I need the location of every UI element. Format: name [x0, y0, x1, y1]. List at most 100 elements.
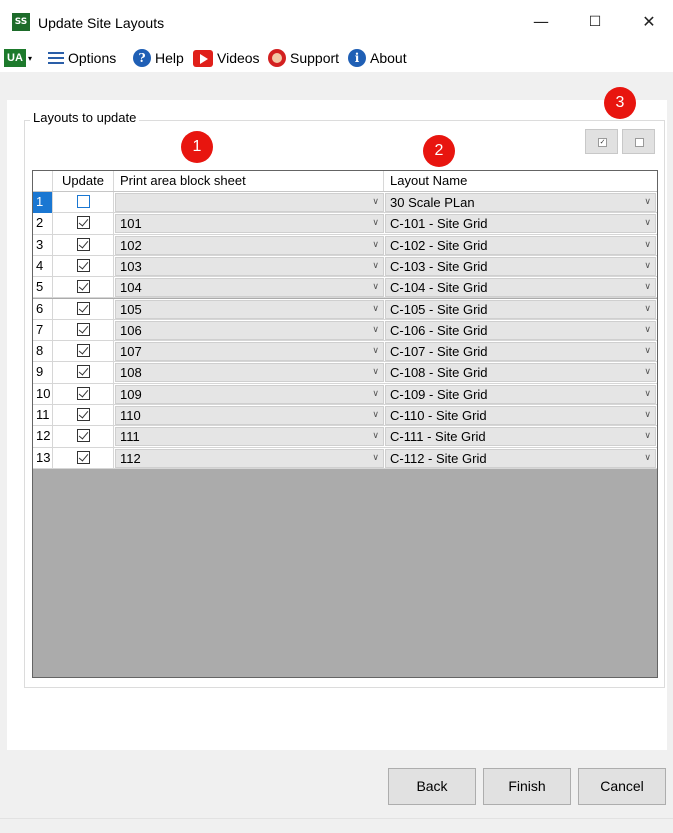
layout-name-dropdown[interactable]: C-109 - Site Grid ∨ [385, 384, 656, 404]
print-area-value: 110 [120, 408, 141, 423]
update-checkbox[interactable] [77, 280, 90, 294]
print-area-dropdown[interactable]: 105 ∨ [115, 299, 384, 319]
layout-name-dropdown[interactable]: C-103 - Site Grid ∨ [385, 256, 656, 276]
table-row[interactable]: 4 103 ∨ C-103 - Site Grid ∨ [33, 255, 657, 278]
table-row[interactable]: 11 110 ∨ C-110 - Site Grid ∨ [33, 405, 657, 427]
row-number[interactable]: 1 [33, 192, 53, 213]
minimize-button[interactable]: — [518, 6, 564, 38]
table-row[interactable]: 5 104 ∨ C-104 - Site Grid ∨ [33, 277, 657, 299]
print-area-dropdown[interactable]: 101 ∨ [115, 214, 384, 234]
row-number[interactable]: 8 [33, 341, 53, 363]
layout-name-dropdown[interactable]: C-111 - Site Grid ∨ [385, 427, 656, 447]
cancel-button[interactable]: Cancel [578, 768, 666, 805]
help-button[interactable]: ? Help [133, 48, 184, 68]
print-area-value: 106 [120, 322, 142, 338]
chevron-down-icon: ∨ [644, 260, 651, 271]
layout-name-dropdown[interactable]: C-104 - Site Grid ∨ [385, 278, 656, 298]
options-button[interactable]: Options [48, 48, 116, 68]
row-number[interactable]: 2 [33, 213, 53, 235]
row-number-header [33, 171, 53, 191]
table-row[interactable]: 7 106 ∨ C-106 - Site Grid ∨ [33, 319, 657, 342]
print-area-dropdown[interactable]: 104 ∨ [115, 278, 384, 298]
back-button[interactable]: Back [388, 768, 476, 805]
table-row[interactable]: 13 112 ∨ C-112 - Site Grid ∨ [33, 447, 657, 469]
row-number[interactable]: 10 [33, 383, 53, 405]
table-row[interactable]: 10 109 ∨ C-109 - Site Grid ∨ [33, 383, 657, 405]
chevron-down-icon: ∨ [644, 388, 651, 399]
table-row[interactable]: 1 ∨ 30 Scale PLan ∨ [33, 192, 657, 214]
update-checkbox[interactable] [77, 408, 90, 421]
annotation-badge-3: 3 [604, 87, 636, 119]
table-row[interactable]: 6 105 ∨ C-105 - Site Grid ∨ [33, 298, 657, 320]
layout-name-dropdown[interactable]: 30 Scale PLan ∨ [385, 193, 656, 212]
check-all-button[interactable]: ✓ [585, 129, 618, 154]
print-area-dropdown[interactable]: 102 ∨ [115, 235, 384, 255]
row-number[interactable]: 3 [33, 234, 53, 256]
layout-name-value: C-104 - Site Grid [390, 280, 488, 296]
row-number[interactable]: 4 [33, 255, 53, 277]
table-row[interactable]: 3 102 ∨ C-102 - Site Grid ∨ [33, 234, 657, 256]
print-area-dropdown[interactable]: 111 ∨ [115, 427, 384, 447]
update-checkbox[interactable] [77, 322, 90, 336]
row-number[interactable]: 5 [33, 277, 53, 299]
videos-button[interactable]: Videos [193, 48, 260, 68]
update-checkbox[interactable] [77, 450, 90, 464]
print-area-dropdown[interactable]: 109 ∨ [115, 384, 384, 404]
update-cell [53, 192, 114, 213]
table-row[interactable]: 8 107 ∨ C-107 - Site Grid ∨ [33, 341, 657, 363]
print-area-dropdown[interactable]: 103 ∨ [115, 256, 384, 276]
update-checkbox[interactable] [77, 258, 90, 272]
update-checkbox[interactable] [77, 365, 90, 379]
table-row[interactable]: 2 101 ∨ C-101 - Site Grid ∨ [33, 213, 657, 235]
layout-name-dropdown[interactable]: C-108 - Site Grid ∨ [385, 363, 656, 383]
row-number[interactable]: 9 [33, 362, 53, 384]
uncheck-all-button[interactable] [622, 129, 655, 154]
about-button[interactable]: i About [348, 48, 407, 68]
layout-name-dropdown[interactable]: C-102 - Site Grid ∨ [385, 235, 656, 255]
print-area-value: 103 [120, 258, 142, 274]
row-number[interactable]: 7 [33, 319, 53, 341]
layout-name-dropdown[interactable]: C-106 - Site Grid ∨ [385, 320, 656, 340]
update-checkbox[interactable] [77, 216, 90, 230]
print-area-dropdown[interactable]: 108 ∨ [115, 363, 384, 383]
layout-name-dropdown[interactable]: C-112 - Site Grid ∨ [385, 448, 656, 468]
layout-name-dropdown[interactable]: C-105 - Site Grid ∨ [385, 299, 656, 319]
layout-name-dropdown[interactable]: C-101 - Site Grid ∨ [385, 214, 656, 234]
support-button[interactable]: Support [268, 48, 339, 68]
update-checkbox[interactable] [77, 344, 90, 358]
chevron-down-icon: ∨ [372, 431, 379, 442]
update-checkbox[interactable] [77, 301, 90, 315]
chevron-down-icon: ∨ [372, 260, 379, 271]
print-area-dropdown[interactable]: 112 ∨ [115, 448, 384, 468]
videos-label: Videos [217, 50, 260, 66]
table-row[interactable]: 9 108 ∨ C-108 - Site Grid ∨ [33, 362, 657, 384]
print-area-value: 107 [120, 344, 142, 360]
table-row[interactable]: 12 111 ∨ C-111 - Site Grid ∨ [33, 426, 657, 448]
update-column-header[interactable]: Update [53, 171, 114, 191]
print-area-dropdown[interactable]: 110 ∨ [115, 406, 384, 425]
layout-name-dropdown[interactable]: C-110 - Site Grid ∨ [385, 406, 656, 425]
update-checkbox[interactable] [77, 386, 90, 400]
print-area-dropdown[interactable]: ∨ [115, 193, 384, 212]
ua-menu-button[interactable]: UA ▾ [4, 48, 32, 68]
update-checkbox[interactable] [77, 237, 90, 251]
row-number[interactable]: 11 [33, 405, 53, 426]
row-number[interactable]: 6 [33, 298, 53, 320]
layout-name-value: C-107 - Site Grid [390, 344, 488, 360]
update-checkbox[interactable] [77, 195, 90, 208]
print-area-column-header[interactable]: Print area block sheet [114, 171, 384, 191]
print-area-value: 111 [120, 429, 140, 445]
maximize-button[interactable]: ☐ [572, 6, 618, 38]
print-area-dropdown[interactable]: 107 ∨ [115, 342, 384, 362]
row-number[interactable]: 13 [33, 447, 53, 469]
layout-name-value: C-103 - Site Grid [390, 258, 488, 274]
update-checkbox[interactable] [77, 429, 90, 443]
print-area-dropdown[interactable]: 106 ∨ [115, 320, 384, 340]
layouts-grid[interactable]: Update Print area block sheet Layout Nam… [32, 170, 658, 678]
finish-button[interactable]: Finish [483, 768, 571, 805]
close-button[interactable]: ✕ [626, 6, 672, 38]
layout-name-column-header[interactable]: Layout Name [384, 171, 657, 191]
row-number[interactable]: 12 [33, 426, 53, 448]
layout-name-dropdown[interactable]: C-107 - Site Grid ∨ [385, 342, 656, 362]
update-cell [53, 362, 114, 384]
